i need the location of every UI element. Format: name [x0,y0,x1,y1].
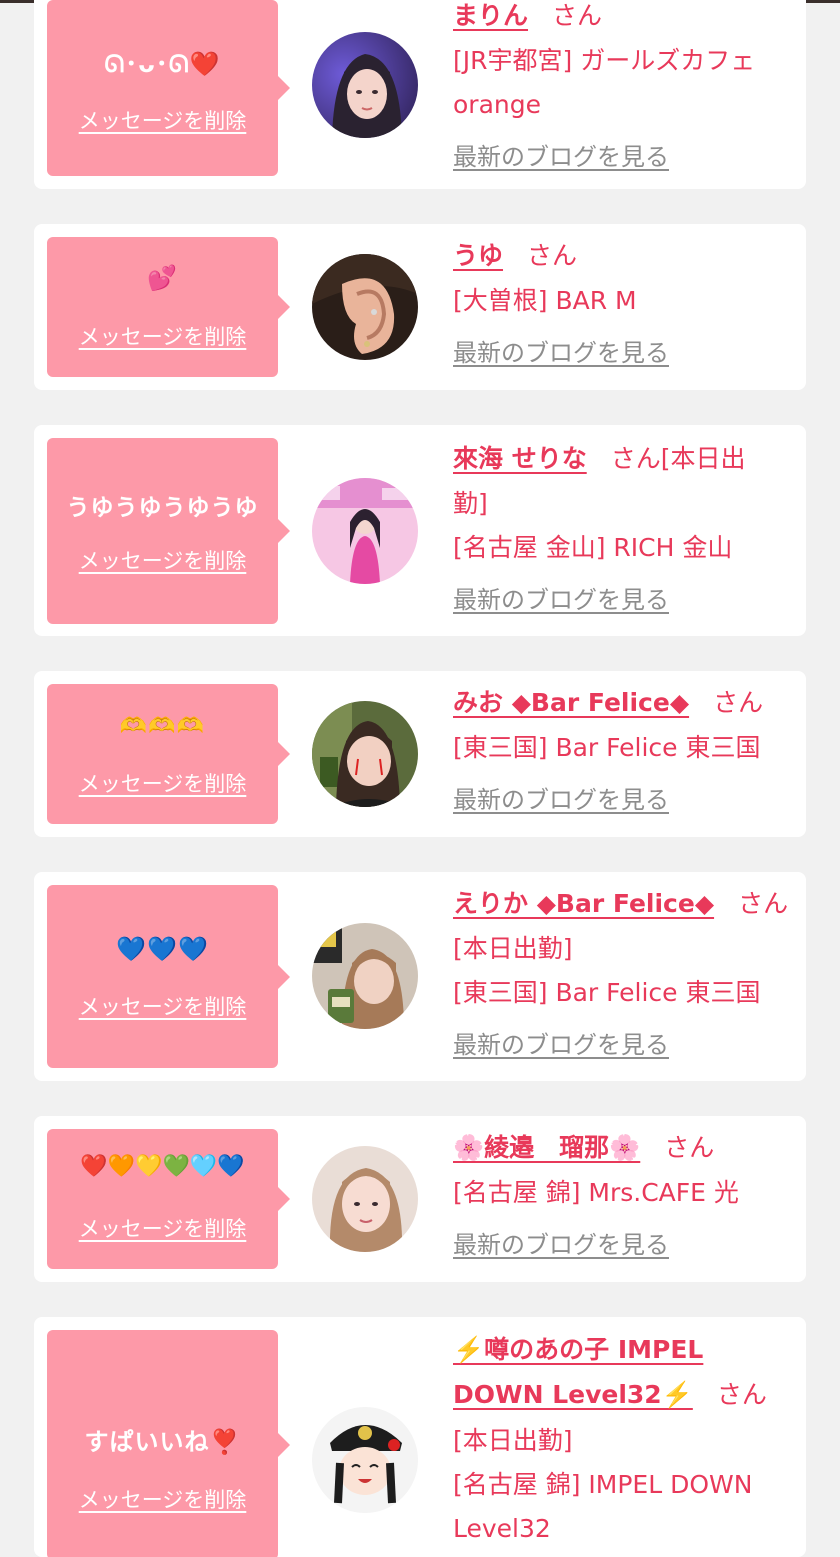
cast-info: ⚡️噂のあの子 IMPEL DOWN Level32⚡️ さん [本日出勤] [名… [453,1329,793,1551]
shop-line: Level32 [453,1514,551,1543]
message-bubble: 💕 メッセージを削除 [47,237,290,377]
cast-name-link[interactable]: うゆ [453,241,503,270]
cast-name-link[interactable]: 來海 せりな [453,444,587,473]
message-text: 🫶🫶🫶 [119,714,206,739]
message-text: 💙💙💙 [116,935,209,963]
shop-line: [名古屋 錦] Mrs.CAFE 光 [453,1178,739,1207]
shop-line: [本日出勤] [453,934,573,963]
shop-line: 勤] [453,489,488,518]
avatar[interactable] [312,32,418,138]
cast-name-link[interactable]: えりか ◆Bar Felice◆ [453,889,714,918]
message-text: ᘏ･ᴗ･ᘏ❤️ [104,50,221,78]
avatar[interactable] [312,923,418,1029]
latest-blog-link[interactable]: 最新のブログを見る [453,1225,669,1260]
cast-info: まりん さん [JR宇都宮] ガールズカフェ orange 最新のブログを見る [453,0,793,172]
cast-info: みお ◆Bar Felice◆ さん [東三国] Bar Felice 東三国 最… [453,683,793,815]
shop-line: [大曽根] BAR M [453,286,637,315]
shop-line: [JR宇都宮] ガールズカフェ [453,46,756,75]
message-card: 💙💙💙 メッセージを削除 えりか ◆Bar Felice◆ さん [本日出勤] [… [34,872,806,1081]
avatar[interactable] [312,478,418,584]
cast-name-link[interactable]: みお ◆Bar Felice◆ [453,688,689,717]
cast-info: 來海 せりな さん[本日出 勤] [名古屋 金山] RICH 金山 最新のブログを… [453,439,793,615]
message-bubble: ᘏ･ᴗ･ᘏ❤️ メッセージを削除 [47,0,290,176]
message-text: ❤️🧡💛💚🩵💙 [80,1154,245,1179]
latest-blog-link[interactable]: 最新のブログを見る [453,1025,669,1060]
avatar[interactable] [312,254,418,360]
san-suffix: さん [716,1380,767,1409]
delete-message-link[interactable]: メッセージを削除 [47,768,278,798]
message-card: 🫶🫶🫶 メッセージを削除 みお ◆Bar Felice◆ さん [東三国] Bar… [34,671,806,837]
cast-info: うゆ さん [大曽根] BAR M 最新のブログを見る [453,236,793,368]
shop-line: [東三国] Bar Felice 東三国 [453,733,761,762]
message-card: すぱいいね❣️ メッセージを削除 ⚡️噂のあの子 IMPEL DOWN Leve… [34,1317,806,1557]
san-suffix: さん [664,1133,715,1162]
san-suffix: さん [738,889,789,918]
message-card: ❤️🧡💛💚🩵💙 メッセージを削除 🌸綾邉 瑠那🌸 さん [名古屋 錦] Mrs.C… [34,1116,806,1282]
cast-name-link[interactable]: ⚡️噂のあの子 IMPEL [453,1335,703,1364]
message-bubble: 🫶🫶🫶 メッセージを削除 [47,684,290,824]
delete-message-link[interactable]: メッセージを削除 [47,1213,278,1243]
san-suffix: さん [527,241,578,270]
delete-message-link[interactable]: メッセージを削除 [47,321,278,351]
message-card: ᘏ･ᴗ･ᘏ❤️ メッセージを削除 まりん さん [JR宇都宮] ガールズカフェ o… [34,0,806,189]
cast-info: えりか ◆Bar Felice◆ さん [本日出勤] [東三国] Bar Feli… [453,884,793,1060]
cast-name-link[interactable]: まりん [453,1,528,30]
message-bubble: 💙💙💙 メッセージを削除 [47,885,290,1068]
shop-line: [本日出勤] [453,1426,573,1455]
avatar[interactable] [312,1146,418,1252]
san-suffix: さん[本日出 [610,444,746,473]
san-suffix: さん [713,688,764,717]
message-text: うゆうゆうゆうゆ [66,495,259,521]
cast-name-link[interactable]: 🌸綾邉 瑠那🌸 [453,1133,640,1162]
message-text: 💕 [147,264,178,292]
avatar[interactable] [312,1407,418,1513]
delete-message-link[interactable]: メッセージを削除 [47,1484,278,1514]
shop-line: [名古屋 金山] RICH 金山 [453,533,733,562]
latest-blog-link[interactable]: 最新のブログを見る [453,580,669,615]
san-suffix: さん [552,1,603,30]
delete-message-link[interactable]: メッセージを削除 [47,105,278,135]
delete-message-link[interactable]: メッセージを削除 [47,545,278,575]
message-bubble: ❤️🧡💛💚🩵💙 メッセージを削除 [47,1129,290,1269]
shop-line: [名古屋 錦] IMPEL DOWN [453,1470,753,1499]
shop-line: [東三国] Bar Felice 東三国 [453,978,761,1007]
avatar[interactable] [312,701,418,807]
delete-message-link[interactable]: メッセージを削除 [47,991,278,1021]
latest-blog-link[interactable]: 最新のブログを見る [453,780,669,815]
cast-name-link[interactable]: DOWN Level32⚡️ [453,1380,693,1409]
latest-blog-link[interactable]: 最新のブログを見る [453,137,669,172]
message-bubble: すぱいいね❣️ メッセージを削除 [47,1330,290,1557]
cast-info: 🌸綾邉 瑠那🌸 さん [名古屋 錦] Mrs.CAFE 光 最新のブログを見る [453,1128,793,1260]
shop-line: orange [453,90,541,119]
message-card: 💕 メッセージを削除 うゆ さん [大曽根] BAR M 最新のブログを見る [34,224,806,390]
message-text: すぱいいね❣️ [84,1428,241,1456]
latest-blog-link[interactable]: 最新のブログを見る [453,333,669,368]
message-card: うゆうゆうゆうゆ メッセージを削除 來海 せりな さん[本日出 勤] [名古屋 金… [34,425,806,636]
message-bubble: うゆうゆうゆうゆ メッセージを削除 [47,438,290,624]
